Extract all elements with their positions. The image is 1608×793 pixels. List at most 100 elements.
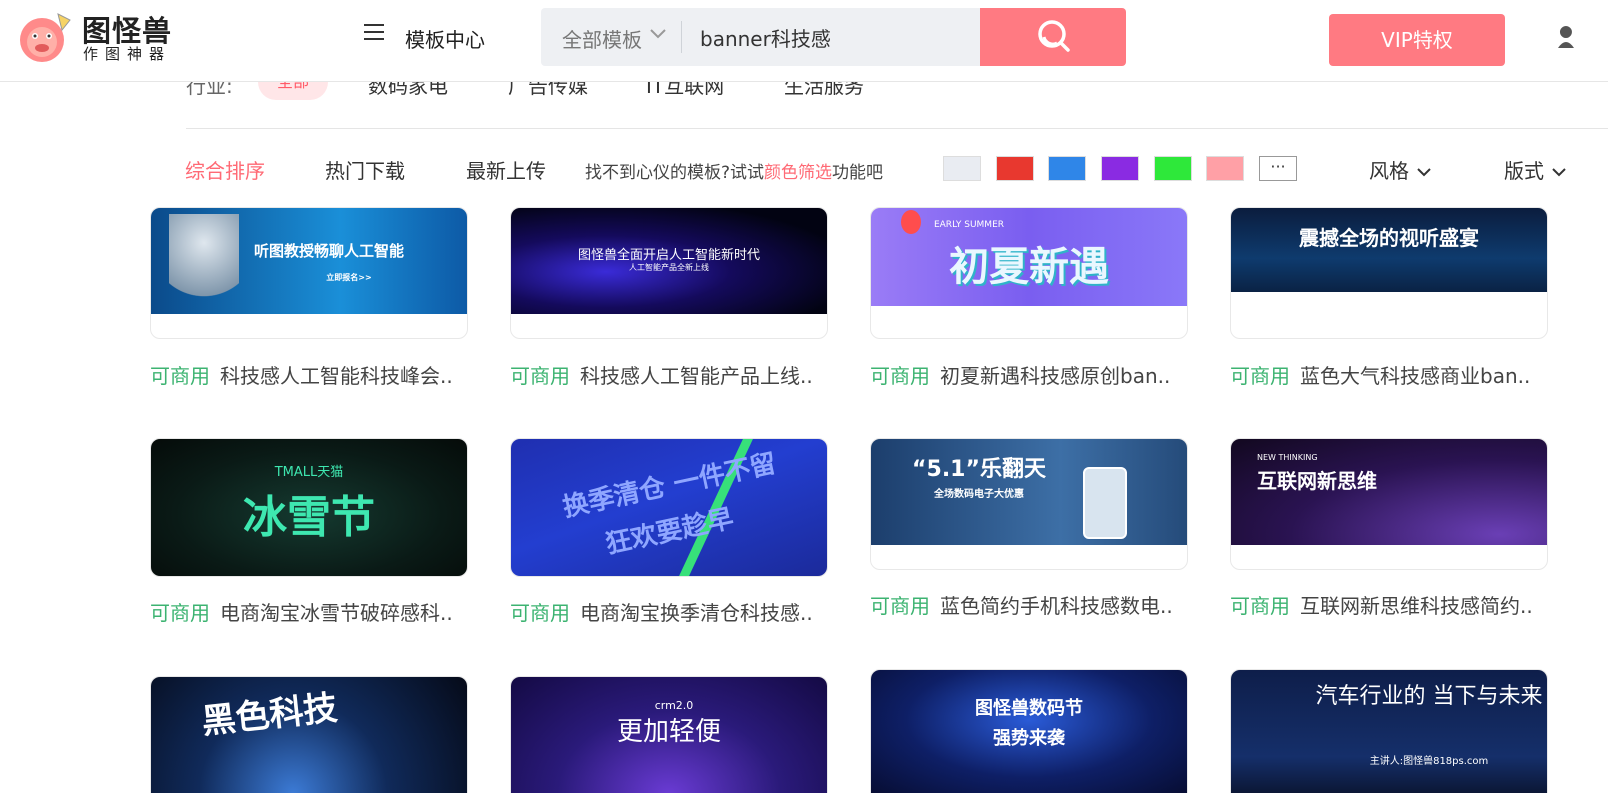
thumbnail-subline: 立即报名>> <box>326 273 372 282</box>
thumbnail-headline: 听图教授畅聊人工智能 <box>253 242 404 260</box>
thumbnail-headline: 黑色科技 <box>199 688 340 743</box>
phone-image <box>1083 467 1127 539</box>
search-divider <box>681 21 682 53</box>
sort-latest-upload[interactable]: 最新上传 <box>466 155 546 184</box>
chevron-down-icon <box>1552 168 1566 177</box>
template-thumbnail: “5.1”乐翻天 全场数码电子大优惠 <box>871 439 1187 545</box>
thumbnail-subline: 人工智能产品全新上线 <box>629 263 709 272</box>
template-title: 初夏新遇科技感原创ban.. <box>940 364 1171 388</box>
template-thumbnail: 黑色科技 <box>151 677 467 793</box>
template-title: 蓝色大气科技感商业ban.. <box>1300 364 1531 388</box>
template-card[interactable]: 换季清仓 一件不留 狂欢要趁早 <box>510 438 828 577</box>
template-caption[interactable]: 可商用 初夏新遇科技感原创ban.. <box>870 360 1170 389</box>
template-thumbnail: TMALL天猫 冰雪节 <box>151 439 467 576</box>
thumbnail-headline: 图怪兽全面开启人工智能新时代 <box>577 248 760 263</box>
sort-composite[interactable]: 综合排序 <box>185 155 265 184</box>
chevron-down-icon[interactable] <box>650 29 666 39</box>
color-filter-link[interactable]: 颜色筛选 <box>764 163 832 183</box>
search-icon[interactable] <box>1035 18 1071 54</box>
template-card[interactable]: 黑色科技 <box>150 676 468 793</box>
commercial-badge: 可商用 <box>1230 364 1290 388</box>
template-card[interactable]: crm2.0 更加轻便 <box>510 676 828 793</box>
template-thumbnail: EARLY SUMMER 初夏新遇 <box>871 208 1187 306</box>
commercial-badge: 可商用 <box>510 601 570 625</box>
template-card[interactable]: EARLY SUMMER 初夏新遇 <box>870 207 1188 339</box>
tip-text-end: 功能吧 <box>832 163 884 183</box>
commercial-badge: 可商用 <box>870 594 930 618</box>
tip-text: 找不到心仪的模板?试试 <box>585 163 765 183</box>
thumbnail-subline: 全场数码电子大优惠 <box>934 489 1024 500</box>
sort-hot-downloads[interactable]: 热门下载 <box>325 155 405 184</box>
template-thumbnail: 汽车行业的 当下与未来 主讲人:图怪兽818ps.com <box>1231 670 1547 793</box>
template-caption[interactable]: 可商用 蓝色大气科技感商业ban.. <box>1230 360 1530 389</box>
color-swatch-pink[interactable] <box>1206 156 1244 181</box>
layout-dropdown[interactable]: 版式 <box>1504 155 1566 184</box>
menu-icon[interactable] <box>364 24 384 42</box>
nav-template-center[interactable]: 模板中心 <box>405 24 485 53</box>
template-thumbnail: 换季清仓 一件不留 狂欢要趁早 <box>511 439 827 576</box>
thumbnail-headline: 互联网新思维 <box>1257 469 1377 493</box>
color-swatch-green[interactable] <box>1154 156 1192 181</box>
template-title: 电商淘宝换季清仓科技感.. <box>580 601 813 625</box>
template-caption[interactable]: 可商用 科技感人工智能产品上线.. <box>510 360 813 389</box>
chevron-down-icon <box>1417 168 1431 177</box>
commercial-badge: 可商用 <box>510 364 570 388</box>
user-icon[interactable] <box>1556 24 1576 48</box>
thumbnail-headline: 震撼全场的视听盛宴 <box>1299 226 1479 250</box>
color-swatch-blue[interactable] <box>1048 156 1086 181</box>
template-title: 科技感人工智能科技峰会.. <box>220 364 453 388</box>
template-caption[interactable]: 可商用 蓝色简约手机科技感数电.. <box>870 590 1173 619</box>
template-title: 互联网新思维科技感简约.. <box>1300 594 1533 618</box>
commercial-badge: 可商用 <box>870 364 930 388</box>
template-card[interactable]: 图怪兽数码节 强势来袭 <box>870 669 1188 793</box>
color-filter-tip: 找不到心仪的模板?试试颜色筛选功能吧 <box>585 158 883 183</box>
template-card[interactable]: 图怪兽全面开启人工智能新时代 人工智能产品全新上线 <box>510 207 828 339</box>
template-thumbnail: 图怪兽全面开启人工智能新时代 人工智能产品全新上线 <box>511 208 827 314</box>
thumbnail-headline: 更加轻便 <box>616 717 721 747</box>
thumbnail-subline: 强势来袭 <box>993 728 1065 749</box>
style-dropdown[interactable]: 风格 <box>1369 155 1431 184</box>
template-caption[interactable]: 可商用 互联网新思维科技感简约.. <box>1230 590 1533 619</box>
commercial-badge: 可商用 <box>1230 594 1290 618</box>
template-card[interactable]: “5.1”乐翻天 全场数码电子大优惠 <box>870 438 1188 570</box>
template-card[interactable]: 震撼全场的视听盛宴 <box>1230 207 1548 339</box>
layout-dropdown-label: 版式 <box>1504 159 1544 183</box>
template-thumbnail: 听图教授畅聊人工智能 立即报名>> <box>151 208 467 314</box>
color-swatch-purple[interactable] <box>1101 156 1139 181</box>
color-swatch-red[interactable] <box>996 156 1034 181</box>
thumbnail-subline: EARLY SUMMER <box>933 220 1005 230</box>
template-thumbnail: 震撼全场的视听盛宴 <box>1231 208 1547 292</box>
template-card[interactable]: TMALL天猫 冰雪节 <box>150 438 468 577</box>
thumbnail-subline: NEW THINKING <box>1257 453 1318 462</box>
template-card[interactable]: 听图教授畅聊人工智能 立即报名>> <box>150 207 468 339</box>
robot-figure <box>169 214 239 310</box>
thumbnail-headline: 汽车行业的 当下与未来 <box>1315 684 1543 709</box>
template-thumbnail: 图怪兽数码节 强势来袭 <box>871 670 1187 793</box>
template-caption[interactable]: 可商用 电商淘宝换季清仓科技感.. <box>510 597 813 626</box>
thumbnail-headline: “5.1”乐翻天 <box>912 457 1046 482</box>
commercial-badge: 可商用 <box>150 601 210 625</box>
thumbnail-subline: 主讲人:图怪兽818ps.com <box>1369 756 1489 767</box>
search-category-select[interactable]: 全部模板 <box>562 24 642 53</box>
top-header: 图怪兽 作图神器 模板中心 全部模板 VIP特权 <box>0 0 1608 82</box>
template-caption[interactable]: 可商用 科技感人工智能科技峰会.. <box>150 360 453 389</box>
template-caption[interactable]: 可商用 电商淘宝冰雪节破碎感科.. <box>150 597 453 626</box>
template-title: 科技感人工智能产品上线.. <box>580 364 813 388</box>
more-colors-button[interactable]: ··· <box>1259 156 1297 181</box>
template-card[interactable]: 汽车行业的 当下与未来 主讲人:图怪兽818ps.com <box>1230 669 1548 793</box>
search-input[interactable] <box>700 22 970 52</box>
color-swatch-light-gray[interactable] <box>943 156 981 181</box>
thumbnail-headline: 图怪兽数码节 <box>975 698 1083 719</box>
thumbnail-headline: 冰雪节 <box>243 492 375 543</box>
thumbnail-subline: TMALL天猫 <box>274 465 344 480</box>
mascot-logo-icon[interactable] <box>14 8 72 64</box>
template-title: 电商淘宝冰雪节破碎感科.. <box>220 601 453 625</box>
template-card[interactable]: NEW THINKING 互联网新思维 <box>1230 438 1548 570</box>
template-thumbnail: crm2.0 更加轻便 <box>511 677 827 793</box>
template-thumbnail: NEW THINKING 互联网新思维 <box>1231 439 1547 545</box>
divider <box>186 128 1608 129</box>
brand-subtitle: 作图神器 <box>83 45 172 63</box>
vip-button[interactable]: VIP特权 <box>1329 14 1505 66</box>
commercial-badge: 可商用 <box>150 364 210 388</box>
template-title: 蓝色简约手机科技感数电.. <box>940 594 1173 618</box>
